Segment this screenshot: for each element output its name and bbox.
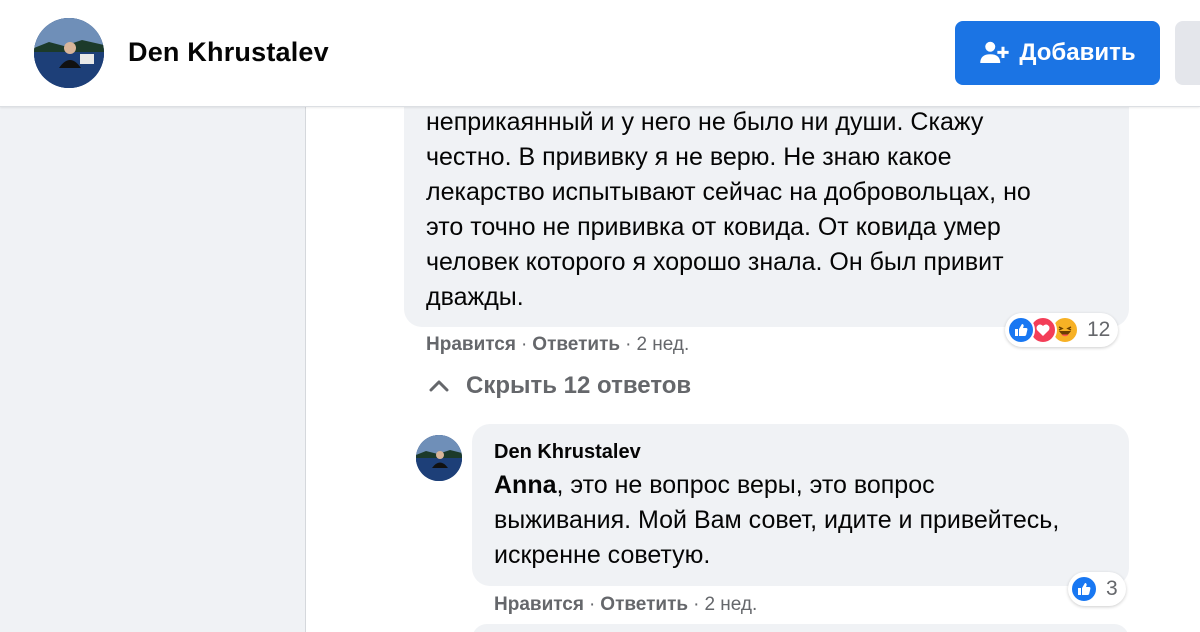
next-reply-bubble (472, 624, 1129, 632)
like-reaction-icon (1070, 575, 1098, 603)
timestamp[interactable]: 2 нед. (704, 594, 757, 615)
comment-reactions[interactable]: 12 (1005, 313, 1119, 347)
comment-text: неприкаянный и у него не было ни души. С… (426, 105, 1106, 315)
reply-line: выживания. Мой Вам совет, идите и привей… (494, 506, 1060, 534)
left-sidebar (0, 107, 306, 632)
comment-line: человек которого я хорошо знала. Он был … (426, 248, 1004, 276)
reply-reactions[interactable]: 3 (1068, 572, 1126, 606)
hide-replies-label: Скрыть 12 ответов (466, 372, 692, 399)
separator: · (588, 594, 596, 615)
comment-line: неприкаянный и у него не было ни души. С… (426, 108, 984, 136)
hide-replies-button[interactable]: Скрыть 12 ответов (428, 372, 691, 400)
reply-line-rest: , это не вопрос веры, это вопрос (556, 471, 935, 499)
mention-link[interactable]: Anna (494, 471, 557, 499)
avatar-photo (34, 18, 104, 88)
reply-author[interactable]: Den Khrustalev (494, 441, 641, 464)
profile-header: Den Khrustalev Добавить (0, 0, 1200, 107)
reply-actions: Нравится · Ответить · 2 нед. (494, 594, 757, 616)
profile-name[interactable]: Den Khrustalev (128, 37, 329, 68)
comment-line: дважды. (426, 283, 524, 311)
like-link[interactable]: Нравится (426, 334, 516, 355)
profile-avatar[interactable] (34, 18, 104, 88)
reaction-count: 12 (1087, 318, 1111, 341)
comment-actions: Нравится · Ответить · 2 нед. (426, 334, 689, 356)
comment-line: это точно не прививка от ковида. От кови… (426, 213, 1001, 241)
reply-line: искренне советую. (494, 541, 711, 569)
avatar-photo (416, 435, 462, 481)
add-friend-icon (980, 41, 1009, 63)
timestamp[interactable]: 2 нед. (636, 334, 689, 355)
reply-link[interactable]: Ответить (532, 334, 620, 355)
like-link[interactable]: Нравится (494, 594, 584, 615)
add-friend-button[interactable]: Добавить (955, 21, 1160, 85)
add-friend-label: Добавить (1019, 39, 1136, 66)
separator: · (520, 334, 528, 355)
separator: · (625, 334, 632, 355)
reply-link[interactable]: Ответить (600, 594, 688, 615)
reply-line: Anna, это не вопрос веры, это вопрос (494, 468, 1114, 503)
reply-text: Anna, это не вопрос веры, это вопрос выж… (494, 468, 1114, 573)
comment-line: честно. В прививку я не верю. Не знаю ка… (426, 143, 952, 171)
like-reaction-icon (1007, 316, 1035, 344)
reply-avatar[interactable] (416, 435, 462, 481)
chevron-up-icon (429, 380, 449, 392)
comment-line: лекарство испытывают сейчас на доброволь… (426, 178, 1031, 206)
message-button[interactable] (1175, 21, 1200, 85)
separator: · (693, 594, 700, 615)
reaction-count: 3 (1106, 577, 1118, 600)
